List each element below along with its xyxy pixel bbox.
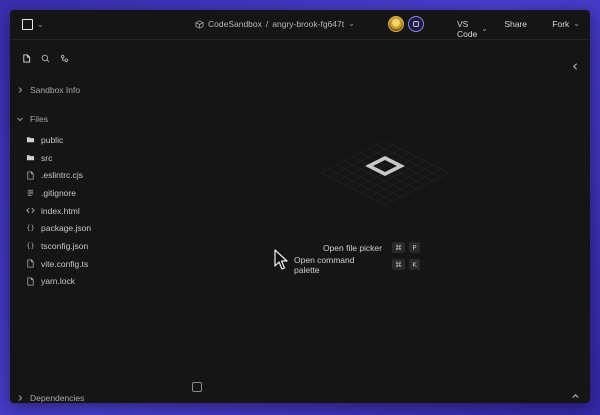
chevron-right-icon — [18, 395, 23, 401]
file-icon — [27, 171, 34, 180]
file-name: vite.config.ts — [41, 258, 89, 269]
sidebar: Sandbox Info Files public src .eslintrc.… — [10, 40, 210, 403]
folder-icon — [26, 155, 35, 161]
file-name: tsconfig.json — [41, 240, 89, 251]
file-package-json[interactable]: {} package.json — [26, 219, 91, 237]
shortcut-command-palette[interactable]: Open command palette ⌘ K — [294, 254, 420, 275]
sandbox-info-section[interactable]: Sandbox Info — [16, 85, 80, 95]
breadcrumb-separator: / — [265, 19, 269, 29]
file-eslintrc[interactable]: .eslintrc.cjs — [26, 166, 91, 184]
shortcut-file-picker[interactable]: Open file picker ⌘ P — [294, 239, 420, 256]
collaborators — [388, 16, 424, 32]
sidebar-tabs — [22, 54, 69, 63]
breadcrumb[interactable]: CodeSandbox / angry-brook-fg647t ⌄ — [195, 19, 355, 29]
file-name: index.html — [41, 205, 80, 216]
chevron-down-icon — [17, 117, 23, 122]
avatar[interactable] — [388, 16, 404, 32]
chevron-left-icon[interactable] — [571, 62, 580, 71]
lines-icon — [27, 190, 34, 197]
file-explorer-icon[interactable] — [22, 54, 31, 63]
file-tsconfig-json[interactable]: {} tsconfig.json — [26, 237, 91, 255]
codesandbox-logo-icon — [22, 19, 33, 30]
top-bar: ⌄ CodeSandbox / angry-brook-fg647t ⌄ VS … — [10, 10, 590, 40]
file-name: src — [41, 152, 53, 163]
dependencies-label: Dependencies — [30, 393, 85, 403]
breadcrumb-app: CodeSandbox — [208, 19, 262, 29]
sandbox-info-label: Sandbox Info — [30, 85, 81, 95]
shortcut-label: Open command palette — [294, 254, 355, 275]
mouse-cursor-icon — [274, 249, 288, 270]
sync-icon — [413, 21, 419, 27]
letter-key: K — [409, 259, 420, 270]
braces-icon: {} — [26, 241, 35, 250]
vscode-label: VS Code — [456, 19, 478, 39]
command-key: ⌘ — [392, 242, 405, 253]
open-in-vscode-button[interactable]: VS Code ⌄ — [457, 19, 488, 39]
chevron-down-icon: ⌄ — [573, 19, 580, 28]
file-name: yarn.lock — [41, 276, 76, 287]
fork-button[interactable]: Fork ⌄ — [552, 19, 580, 29]
folder-src[interactable]: src — [26, 149, 91, 167]
breadcrumb-project: angry-brook-fg647t — [272, 19, 345, 29]
file-index-html[interactable]: index.html — [26, 202, 91, 220]
dependencies-section[interactable]: Dependencies — [16, 393, 84, 403]
editor-area: Open file picker ⌘ P Open command palett… — [210, 40, 590, 403]
file-icon — [27, 259, 34, 268]
files-label: Files — [30, 114, 48, 124]
git-icon[interactable] — [60, 54, 69, 63]
file-yarn-lock[interactable]: yarn.lock — [26, 273, 91, 291]
terminal-icon[interactable] — [192, 382, 202, 392]
cube-icon — [195, 19, 204, 29]
file-icon — [27, 277, 34, 286]
file-tree: public src .eslintrc.cjs .gitignore inde… — [26, 131, 91, 290]
file-name: .eslintrc.cjs — [41, 170, 84, 181]
chevron-up-icon[interactable] — [571, 392, 580, 401]
file-gitignore[interactable]: .gitignore — [26, 184, 91, 202]
letter-key: P — [409, 242, 420, 253]
menu-button[interactable]: ⌄ — [22, 19, 44, 30]
file-name: public — [41, 134, 64, 145]
chevron-down-icon: ⌄ — [348, 19, 355, 28]
file-name: package.json — [41, 223, 92, 234]
live-session-avatar[interactable] — [408, 16, 424, 32]
chevron-right-icon — [18, 87, 23, 93]
isometric-grid-illustration — [321, 141, 449, 205]
shortcut-label: Open file picker — [322, 242, 382, 253]
folder-public[interactable]: public — [26, 131, 91, 149]
file-name: .gitignore — [41, 187, 76, 198]
chevron-down-icon: ⌄ — [481, 24, 488, 33]
share-button[interactable]: Share — [504, 19, 527, 29]
command-key: ⌘ — [392, 259, 405, 270]
braces-icon: {} — [26, 224, 35, 233]
shortcut-list: Open file picker ⌘ P Open command palett… — [294, 239, 420, 275]
code-icon — [26, 208, 35, 214]
files-section[interactable]: Files — [16, 114, 48, 124]
share-label: Share — [504, 19, 527, 29]
app-window: ⌄ CodeSandbox / angry-brook-fg647t ⌄ VS … — [10, 10, 590, 403]
chevron-down-icon: ⌄ — [37, 19, 44, 29]
fork-label: Fork — [552, 19, 570, 29]
file-vite-config[interactable]: vite.config.ts — [26, 255, 91, 273]
search-icon[interactable] — [41, 54, 50, 63]
folder-icon — [26, 137, 35, 143]
